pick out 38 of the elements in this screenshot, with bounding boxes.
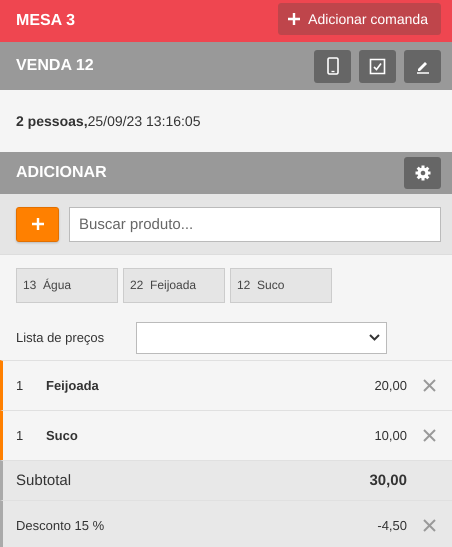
price-list-label: Lista de preços	[16, 330, 106, 345]
item-name: Suco	[46, 428, 79, 443]
item-name: Feijoada	[46, 378, 100, 393]
plus-icon	[32, 218, 44, 230]
checkbox-icon	[369, 58, 386, 74]
quick-product-button[interactable]: 12 Suco	[230, 268, 332, 302]
sale-title: VENDA 12	[16, 57, 94, 75]
table-title: MESA 3	[16, 12, 75, 30]
section-title: ADICIONAR	[16, 164, 107, 182]
add-product-button[interactable]	[16, 206, 59, 242]
close-icon	[423, 429, 436, 442]
checkbox-button[interactable]	[359, 50, 396, 82]
price-list-select[interactable]	[136, 322, 387, 354]
item-price: 20,00	[373, 378, 407, 393]
quick-product-button[interactable]: 22 Feijoada	[123, 268, 225, 302]
remove-button[interactable]	[423, 379, 436, 392]
chevron-down-icon	[369, 334, 380, 341]
discount-label: Desconto 15 %	[16, 518, 106, 532]
settings-button[interactable]	[404, 157, 441, 189]
subtotal-amount: 30,00	[368, 472, 407, 489]
subtotal-label: Subtotal	[16, 472, 72, 489]
item-quantity: 1	[16, 378, 24, 393]
edit-button[interactable]	[404, 50, 441, 82]
close-icon	[423, 379, 436, 392]
remove-button[interactable]	[423, 429, 436, 442]
close-icon	[423, 518, 436, 532]
phone-button[interactable]	[314, 50, 351, 82]
item-price: 10,00	[373, 428, 407, 443]
discount-amount: -4,50	[376, 518, 407, 532]
sale-info: 2 pessoas,25/09/23 13:16:05	[16, 113, 200, 129]
plus-icon	[288, 13, 300, 25]
remove-button[interactable]	[423, 518, 436, 532]
settings-icon	[414, 165, 430, 181]
add-order-button[interactable]: Adicionar comanda	[278, 3, 441, 35]
item-quantity: 1	[16, 428, 24, 443]
phone-icon	[326, 57, 338, 75]
quick-product-button[interactable]: 13 Água	[16, 268, 118, 302]
search-field[interactable]: Buscar produto...	[69, 206, 441, 242]
